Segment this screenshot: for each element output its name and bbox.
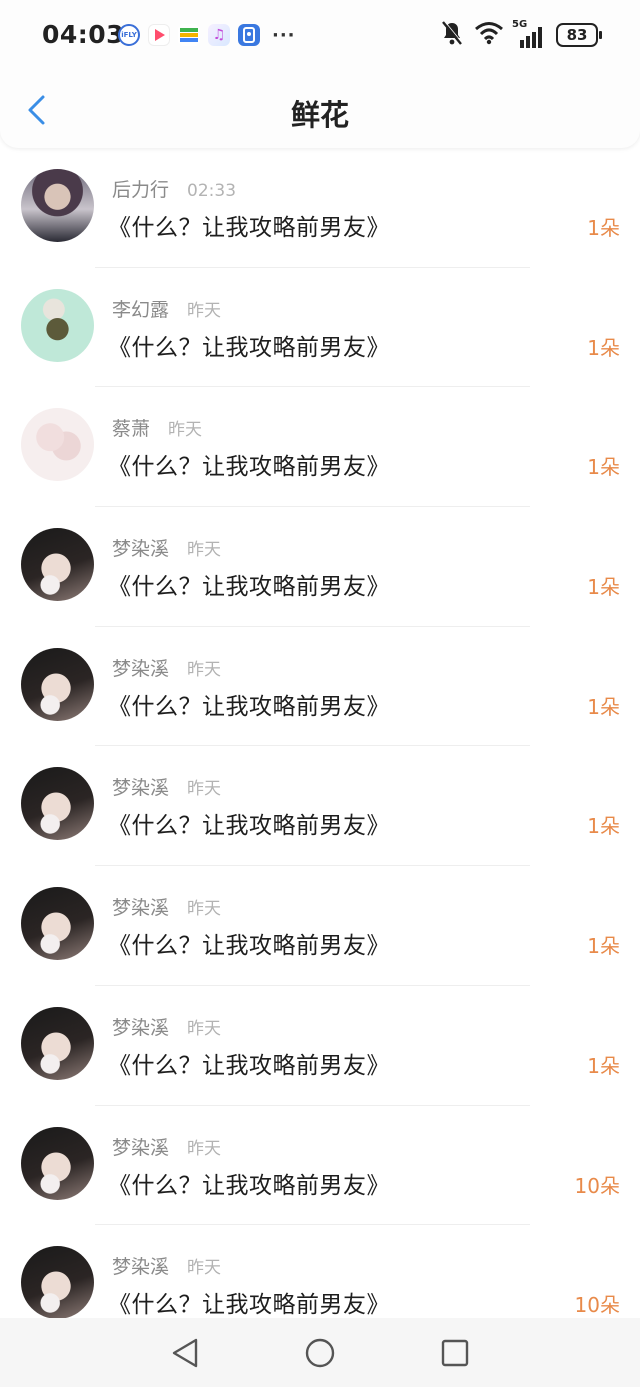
avatar[interactable]	[21, 169, 94, 242]
timestamp: 昨天	[187, 1258, 222, 1279]
list-item[interactable]: 梦染溪 昨天 《什么？让我攻略前男友》 1朵	[0, 627, 640, 747]
recents-square-icon	[441, 1339, 469, 1366]
security-icon	[238, 24, 260, 46]
battery-indicator: 83	[556, 23, 602, 47]
list-item[interactable]: 李幻露 昨天 《什么？让我攻略前男友》 1朵	[0, 268, 640, 388]
row-meta: 梦染溪 昨天	[112, 1252, 221, 1279]
status-app-icons: iFLY ♫ ···	[118, 24, 296, 46]
video-icon	[148, 24, 170, 46]
user-name[interactable]: 梦染溪	[112, 1133, 169, 1160]
flower-count: 1朵	[587, 694, 620, 719]
timestamp: 昨天	[187, 899, 222, 920]
user-name[interactable]: 蔡萧	[112, 414, 150, 441]
system-home-button[interactable]	[300, 1333, 340, 1373]
system-navigation-bar	[0, 1318, 640, 1387]
row-meta: 梦染溪 昨天	[112, 773, 221, 800]
avatar[interactable]	[21, 1126, 94, 1200]
book-title[interactable]: 《什么？让我攻略前男友》	[108, 328, 390, 362]
flower-count: 10朵	[574, 1293, 620, 1318]
row-meta: 李幻露 昨天	[112, 295, 221, 322]
navigation-bar: 鲜花	[0, 78, 640, 144]
flower-count: 1朵	[587, 335, 620, 360]
wifi-icon	[474, 21, 504, 49]
user-name[interactable]: 梦染溪	[112, 534, 169, 561]
list-item[interactable]: 后力行 02:33 《什么？让我攻略前男友》 1朵	[0, 148, 640, 268]
avatar[interactable]	[21, 1006, 94, 1080]
book-title[interactable]: 《什么？让我攻略前男友》	[108, 208, 390, 242]
row-meta: 梦染溪 昨天	[112, 1133, 221, 1160]
more-notifications: ···	[272, 24, 296, 46]
flower-count: 1朵	[587, 216, 620, 240]
user-name[interactable]: 后力行	[112, 175, 169, 202]
avatar[interactable]	[21, 528, 94, 602]
wallet-icon	[178, 24, 200, 46]
row-meta: 蔡萧 昨天	[112, 414, 202, 441]
book-title[interactable]: 《什么？让我攻略前男友》	[108, 567, 390, 601]
timestamp: 昨天	[187, 779, 222, 800]
signal-icon: 5G	[512, 19, 546, 48]
flower-count: 1朵	[587, 934, 620, 959]
row-meta: 梦染溪 昨天	[112, 534, 221, 561]
user-name[interactable]: 梦染溪	[112, 1013, 169, 1040]
status-time: 04:03	[42, 20, 125, 49]
list-item[interactable]: 梦染溪 昨天 《什么？让我攻略前男友》 1朵	[0, 746, 640, 867]
network-type: 5G	[512, 19, 528, 30]
avatar[interactable]	[21, 647, 94, 721]
book-title[interactable]: 《什么？让我攻略前男友》	[108, 806, 390, 840]
row-meta: 梦染溪 昨天	[112, 1013, 221, 1040]
user-name[interactable]: 梦染溪	[112, 1252, 169, 1279]
flower-count: 1朵	[587, 814, 620, 839]
avatar[interactable]	[21, 767, 94, 841]
iflytek-icon: iFLY	[118, 24, 140, 46]
row-meta: 后力行 02:33	[112, 175, 236, 202]
user-name[interactable]: 梦染溪	[112, 654, 169, 681]
flower-count: 1朵	[587, 455, 620, 480]
book-title[interactable]: 《什么？让我攻略前男友》	[108, 1166, 390, 1200]
home-circle-icon	[305, 1338, 335, 1367]
list-item[interactable]: 蔡萧 昨天 《什么？让我攻略前男友》 1朵	[0, 387, 640, 508]
row-meta: 梦染溪 昨天	[112, 654, 221, 681]
flower-count: 1朵	[587, 575, 620, 600]
timestamp: 昨天	[187, 659, 222, 680]
flower-count: 1朵	[587, 1053, 620, 1078]
system-back-button[interactable]	[165, 1333, 205, 1373]
header-card: 04:03 iFLY ♫ ··· 5G 83 鲜花	[0, 0, 640, 148]
book-title[interactable]: 《什么？让我攻略前男友》	[108, 1285, 390, 1319]
page-title: 鲜花	[290, 98, 349, 132]
list-item[interactable]: 梦染溪 昨天 《什么？让我攻略前男友》 1朵	[0, 507, 640, 627]
timestamp: 02:33	[187, 181, 237, 201]
timestamp: 昨天	[187, 540, 222, 561]
book-title[interactable]: 《什么？让我攻略前男友》	[108, 1046, 390, 1080]
list-item[interactable]: 梦染溪 昨天 《什么？让我攻略前男友》 10朵	[0, 1106, 640, 1226]
timestamp: 昨天	[187, 300, 222, 321]
timestamp: 昨天	[168, 420, 203, 441]
list-item[interactable]: 梦染溪 昨天 《什么？让我攻略前男友》 1朵	[0, 986, 640, 1106]
user-name[interactable]: 梦染溪	[112, 893, 169, 920]
timestamp: 昨天	[187, 1018, 222, 1039]
avatar[interactable]	[21, 288, 94, 362]
list-item[interactable]: 梦染溪 昨天 《什么？让我攻略前男友》 1朵	[0, 866, 640, 986]
user-name[interactable]: 梦染溪	[112, 773, 169, 800]
status-bar: 04:03 iFLY ♫ ··· 5G 83	[0, 0, 640, 70]
status-indicators: 5G 83	[440, 19, 602, 50]
avatar[interactable]	[21, 887, 94, 961]
avatar[interactable]	[21, 1246, 94, 1320]
avatar[interactable]	[21, 408, 94, 482]
music-icon: ♫	[208, 24, 230, 46]
timestamp: 昨天	[187, 1138, 222, 1159]
row-meta: 梦染溪 昨天	[112, 893, 221, 920]
system-recents-button[interactable]	[435, 1333, 475, 1373]
flower-record-list: 后力行 02:33 《什么？让我攻略前男友》 1朵 李幻露 昨天 《什么？让我攻…	[0, 148, 640, 1345]
book-title[interactable]: 《什么？让我攻略前男友》	[108, 687, 390, 721]
mute-bell-icon	[440, 20, 464, 50]
back-triangle-icon	[172, 1338, 198, 1367]
book-title[interactable]: 《什么？让我攻略前男友》	[108, 447, 390, 481]
flower-count: 10朵	[574, 1173, 620, 1198]
user-name[interactable]: 李幻露	[112, 295, 169, 322]
book-title[interactable]: 《什么？让我攻略前男友》	[108, 926, 390, 960]
